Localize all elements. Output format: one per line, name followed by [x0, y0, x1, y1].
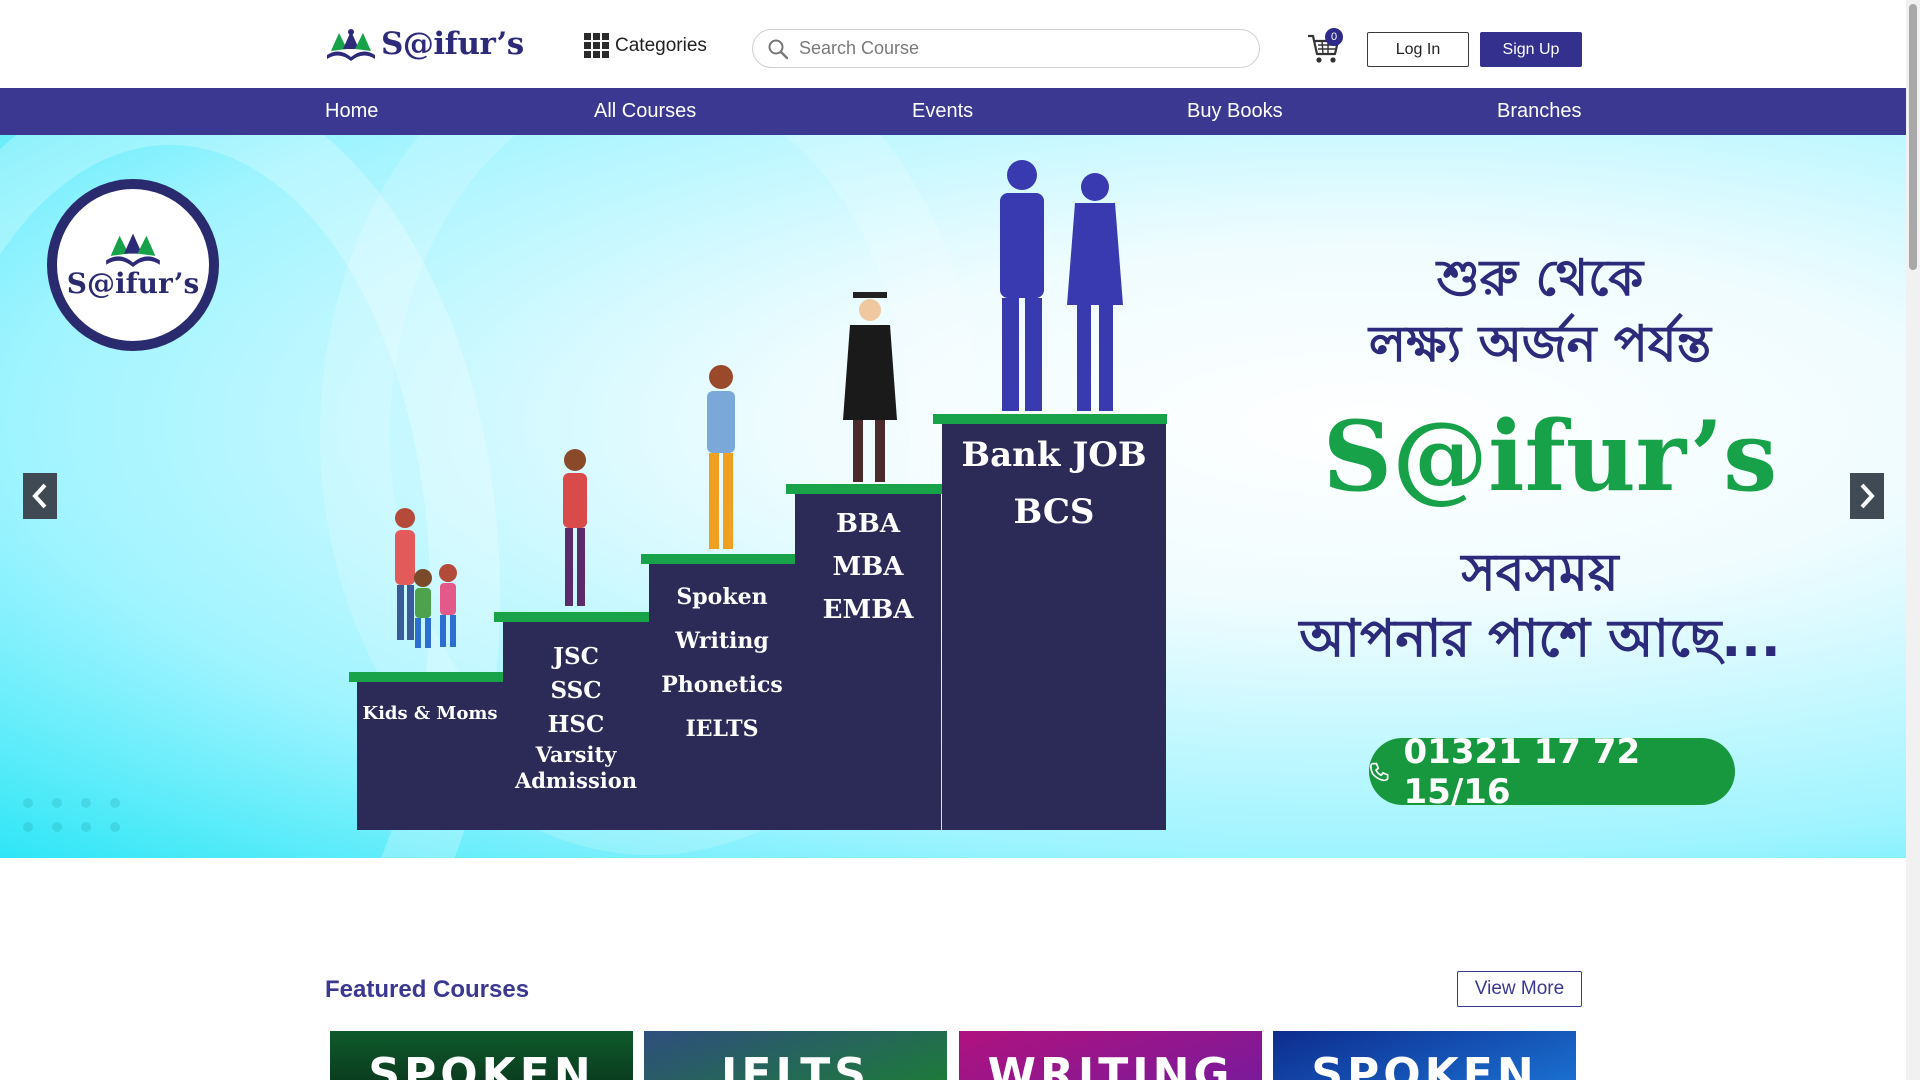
logo-text: S@ifur’s [381, 26, 524, 62]
tagline-line: সবসময় [1461, 543, 1619, 603]
course-card[interactable]: WRITING [959, 1031, 1262, 1080]
stair-label: Bank JOB BCS [942, 427, 1166, 541]
stair-line: Admission [514, 768, 638, 793]
stair-line: Spoken [676, 584, 768, 610]
site-logo[interactable]: S@ifur’s [325, 26, 524, 62]
login-button[interactable]: Log In [1367, 32, 1469, 67]
site-header: S@ifur’s Categories 0 Log In Sign Up [0, 0, 1906, 88]
stair-line: SSC [550, 677, 602, 704]
stair-line: JSC [553, 643, 599, 670]
stair-line: MBA [832, 552, 904, 582]
tagline-line: শুরু থেকে [1436, 249, 1644, 307]
stair-label: Kids & Moms [357, 703, 503, 724]
course-card[interactable]: SPOKEN [330, 1031, 633, 1080]
tagline-line: আপনার পাশে আছে... [1299, 609, 1781, 669]
slider-prev-button[interactable] [23, 473, 57, 519]
slider-next-button[interactable] [1850, 473, 1884, 519]
stair-line: Varsity [535, 742, 617, 767]
hero-logo-text: S@ifur’s [66, 267, 200, 300]
nav-home[interactable]: Home [325, 88, 378, 135]
logo-book-icon [327, 29, 375, 61]
stair-label: BBA MBA EMBA [795, 503, 941, 632]
nav-branches[interactable]: Branches [1497, 88, 1582, 135]
search-icon [768, 39, 789, 59]
course-card-label: SPOKEN [368, 1049, 595, 1080]
course-card-label: WRITING [987, 1049, 1234, 1080]
scrollbar-thumb[interactable] [1909, 4, 1917, 270]
course-card[interactable]: IELTS [644, 1031, 947, 1080]
course-card-label: SPOKEN [1311, 1049, 1538, 1080]
grid-icon [584, 33, 609, 58]
nav-buy-books[interactable]: Buy Books [1187, 88, 1283, 135]
stair-line: EMBA [822, 595, 914, 625]
course-card[interactable]: SPOKEN [1273, 1031, 1576, 1080]
stair-line: IELTS [685, 716, 759, 742]
categories-label: Categories [615, 34, 707, 56]
hero-phone-pill[interactable]: 01321 17 72 15/16 [1369, 732, 1735, 812]
figure-mom-kids [395, 508, 457, 648]
figure-student-1 [563, 449, 587, 606]
figure-professionals [1000, 160, 1123, 411]
main-nav: Home All Courses Events Buy Books Branch… [0, 88, 1906, 135]
figure-graduate [843, 292, 897, 482]
hero-phone-number: 01321 17 72 15/16 [1403, 731, 1641, 812]
chevron-left-icon [32, 483, 47, 509]
figure-student-2 [707, 365, 735, 549]
stair-line: Bank JOB [961, 435, 1147, 475]
hero-logo-badge: S@ifur’s [47, 179, 219, 351]
stair-line: HSC [547, 711, 605, 738]
view-more-button[interactable]: View More [1457, 971, 1582, 1007]
hero-slider: S@ifur’s Kids & Moms JSC SSC HSC Varsity… [0, 135, 1906, 858]
phone-icon [1370, 762, 1389, 781]
hero-brand-name: S@ifur’s [1322, 400, 1778, 513]
hero-tagline-bottom: সবসময় আপনার পাশে আছে... [1230, 540, 1850, 672]
stair-label: JSC SSC HSC Varsity Admission [503, 640, 649, 794]
categories-menu[interactable]: Categories [584, 33, 707, 58]
search-input[interactable] [797, 37, 1241, 60]
stair-line: Kids & Moms [362, 703, 498, 724]
nav-all-courses[interactable]: All Courses [594, 88, 696, 135]
cart-count-badge: 0 [1325, 28, 1343, 46]
chevron-right-icon [1860, 483, 1875, 509]
signup-button[interactable]: Sign Up [1480, 32, 1582, 67]
stair-label: Spoken Writing Phonetics IELTS [649, 575, 795, 751]
stair-line: Writing [675, 628, 769, 654]
tagline-line: লক্ষ্য অর্জন পর্যন্ত [1368, 315, 1712, 373]
stair-line: BCS [1013, 492, 1095, 532]
hero-tagline-top: শুরু থেকে লক্ষ্য অর্জন পর্যন্ত [1260, 245, 1820, 377]
featured-courses-title: Featured Courses [325, 976, 530, 1003]
course-card-label: IELTS [721, 1049, 870, 1080]
search-box [752, 29, 1260, 68]
decorative-dots [23, 798, 133, 858]
page-scrollbar[interactable] [1906, 0, 1920, 1080]
nav-events[interactable]: Events [912, 88, 973, 135]
stair-line: BBA [835, 509, 901, 539]
stair-line: Phonetics [661, 672, 783, 698]
logo-book-icon [106, 233, 160, 267]
